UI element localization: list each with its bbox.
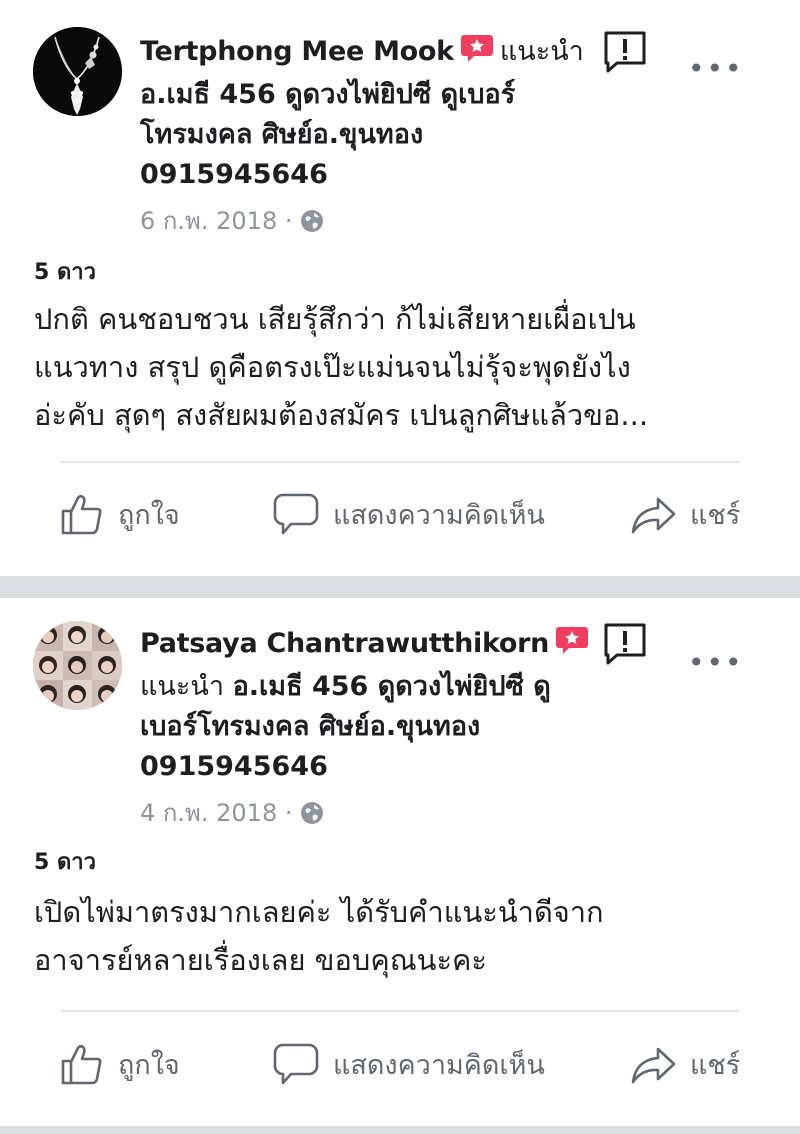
recommend-label: แนะนำ bbox=[499, 36, 584, 67]
review-post: Tertphong Mee Mook แนะนำ อ.เมธี 456 ดูดวง… bbox=[0, 0, 800, 576]
review-line[interactable]: อ่ะคับ สุดๆ สงสัยผมต้องสมัคร เปนลูกศิษแล… bbox=[34, 391, 774, 439]
recommend-star-icon bbox=[555, 625, 589, 667]
share-button[interactable]: แชร์ bbox=[630, 1034, 740, 1094]
page-name-line[interactable]: 0915945646 bbox=[140, 155, 580, 195]
comment-label: แสดงความคิดเห็น bbox=[333, 1049, 545, 1081]
rating: 5 ดาว bbox=[34, 260, 96, 285]
action-bar: ถูกใจ แสดงความคิดเห็น แชร์ bbox=[0, 1034, 800, 1094]
recommend-star-icon bbox=[460, 33, 494, 75]
author-name[interactable]: Patsaya Chantrawutthikorn bbox=[140, 628, 549, 659]
globe-icon bbox=[300, 801, 324, 831]
comment-button[interactable]: แสดงความคิดเห็น bbox=[273, 1034, 545, 1094]
rating: 5 ดาว bbox=[34, 850, 96, 875]
more-icon[interactable]: ••• bbox=[688, 646, 744, 679]
comment-icon bbox=[273, 1043, 319, 1085]
report-icon[interactable] bbox=[603, 30, 647, 74]
review-line: อาจารย์หลายเรื่องเลย ขอบคุณนะคะ bbox=[34, 943, 487, 977]
post-meta: 4 ก.พ. 2018 · bbox=[140, 793, 580, 832]
avatar[interactable] bbox=[33, 621, 122, 710]
post-date[interactable]: 4 ก.พ. 2018 · bbox=[140, 799, 292, 827]
author-name[interactable]: Tertphong Mee Mook bbox=[140, 36, 454, 67]
post-separator bbox=[0, 576, 800, 598]
post-meta: 6 ก.พ. 2018 · bbox=[140, 201, 580, 240]
more-icon[interactable]: ••• bbox=[688, 52, 744, 85]
share-button[interactable]: แชร์ bbox=[630, 484, 740, 544]
like-button[interactable]: ถูกใจ bbox=[60, 484, 180, 544]
like-label: ถูกใจ bbox=[118, 499, 180, 531]
recommend-label: แนะนำ bbox=[140, 671, 224, 702]
like-button[interactable]: ถูกใจ bbox=[60, 1034, 180, 1094]
page-name-line[interactable]: เบอร์โทรมงคล ศิษย์อ.ขุนทอง bbox=[140, 707, 580, 747]
like-icon bbox=[61, 1044, 102, 1085]
page-name-line[interactable]: อ.เมธี 456 ดูดวงไพ่ยิปซี ดูเบอร์ bbox=[140, 75, 580, 115]
review-post: Patsaya Chantrawutthikorn แนะนำ อ.เมธี 4… bbox=[0, 598, 800, 1126]
share-label: แชร์ bbox=[690, 499, 741, 531]
review-text: ปกติ คนชอบชวน เสียรุ้สึกว่า ก้ไม่เสียหาย… bbox=[34, 295, 774, 439]
comment-button[interactable]: แสดงความคิดเห็น bbox=[273, 484, 545, 544]
profile-collage-photo bbox=[33, 621, 122, 710]
page-name-line[interactable]: อ.เมธี 456 ดูดวงไพ่ยิปซี ดู bbox=[233, 671, 551, 702]
share-label: แชร์ bbox=[690, 1049, 741, 1081]
share-icon bbox=[631, 497, 676, 534]
share-icon bbox=[631, 1047, 676, 1084]
necklace-photo bbox=[33, 27, 122, 116]
post-separator bbox=[0, 1126, 800, 1134]
review-line: ปกติ คนชอบชวน เสียรุ้สึกว่า ก้ไม่เสียหาย… bbox=[34, 302, 636, 336]
post-date[interactable]: 6 ก.พ. 2018 · bbox=[140, 207, 292, 235]
post-header: Patsaya Chantrawutthikorn แนะนำ อ.เมธี 4… bbox=[140, 624, 589, 832]
globe-icon bbox=[300, 209, 324, 239]
review-line: เปิดไพ่มาตรงมากเลยค่ะ ได้รับคำแนะนำดีจาก bbox=[34, 895, 604, 929]
review-line: แนวทาง สรุป ดูคือตรงเป๊ะแม่นจนไม่รุ้จะพุ… bbox=[34, 350, 631, 384]
like-label: ถูกใจ bbox=[118, 1049, 180, 1081]
action-bar: ถูกใจ แสดงความคิดเห็น แชร์ bbox=[0, 484, 800, 544]
report-icon[interactable] bbox=[603, 622, 647, 666]
divider bbox=[60, 461, 740, 463]
page-name-line[interactable]: 0915945646 bbox=[140, 747, 580, 787]
avatar[interactable] bbox=[33, 27, 122, 116]
comment-icon bbox=[273, 493, 319, 535]
divider bbox=[60, 1010, 740, 1012]
post-header: Tertphong Mee Mook แนะนำ อ.เมธี 456 ดูดวง… bbox=[140, 32, 584, 240]
review-text: เปิดไพ่มาตรงมากเลยค่ะ ได้รับคำแนะนำดีจาก… bbox=[34, 888, 774, 984]
page-name-line[interactable]: โทรมงคล ศิษย์อ.ขุนทอง bbox=[140, 115, 580, 155]
like-icon bbox=[61, 494, 102, 535]
comment-label: แสดงความคิดเห็น bbox=[333, 499, 545, 531]
